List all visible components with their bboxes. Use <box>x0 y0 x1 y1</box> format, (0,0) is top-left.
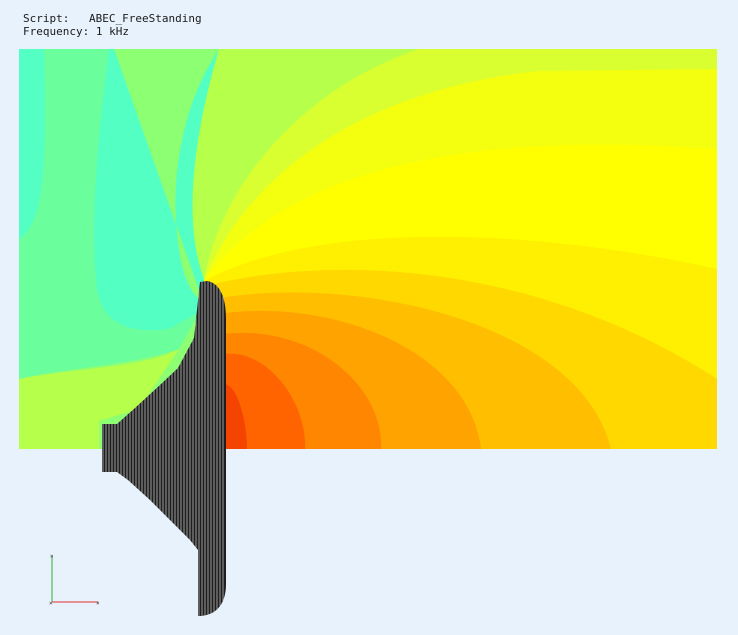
axis-origin-marker: × <box>49 600 53 607</box>
y-axis-end-marker: × <box>50 553 54 560</box>
coordinate-axes: × × × <box>49 553 100 607</box>
horn-mesh-lines <box>102 281 224 616</box>
horn-loudspeaker-mesh[interactable] <box>0 0 738 635</box>
x-axis-end-marker: × <box>96 600 100 607</box>
